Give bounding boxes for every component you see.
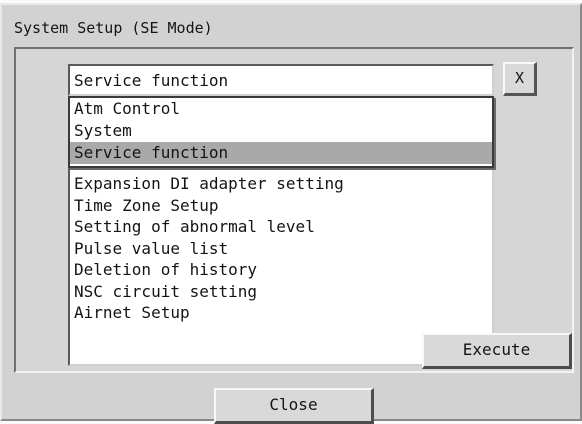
- list-item[interactable]: Pulse value list: [70, 238, 492, 260]
- mode-dropdown-list[interactable]: Atm Control System Service function: [68, 96, 494, 168]
- list-item[interactable]: Deletion of history: [70, 259, 492, 281]
- close-button[interactable]: Close: [214, 388, 374, 424]
- dropdown-option-atm-control[interactable]: Atm Control: [70, 98, 492, 120]
- dialog-title: System Setup (SE Mode): [14, 19, 213, 37]
- execute-button[interactable]: Execute: [422, 333, 572, 369]
- function-panel: Service function X Expansion DI adapter …: [14, 47, 574, 373]
- list-item[interactable]: Airnet Setup: [70, 302, 492, 324]
- list-item[interactable]: Expansion DI adapter setting: [70, 173, 492, 195]
- mode-select-field[interactable]: Service function: [68, 64, 494, 96]
- list-item[interactable]: Setting of abnormal level: [70, 216, 492, 238]
- clear-button[interactable]: X: [503, 62, 537, 96]
- list-item[interactable]: Time Zone Setup: [70, 195, 492, 217]
- dropdown-option-service-function[interactable]: Service function: [70, 142, 492, 164]
- system-setup-dialog: System Setup (SE Mode) Service function …: [0, 3, 582, 424]
- dropdown-option-system[interactable]: System: [70, 120, 492, 142]
- list-item[interactable]: NSC circuit setting: [70, 281, 492, 303]
